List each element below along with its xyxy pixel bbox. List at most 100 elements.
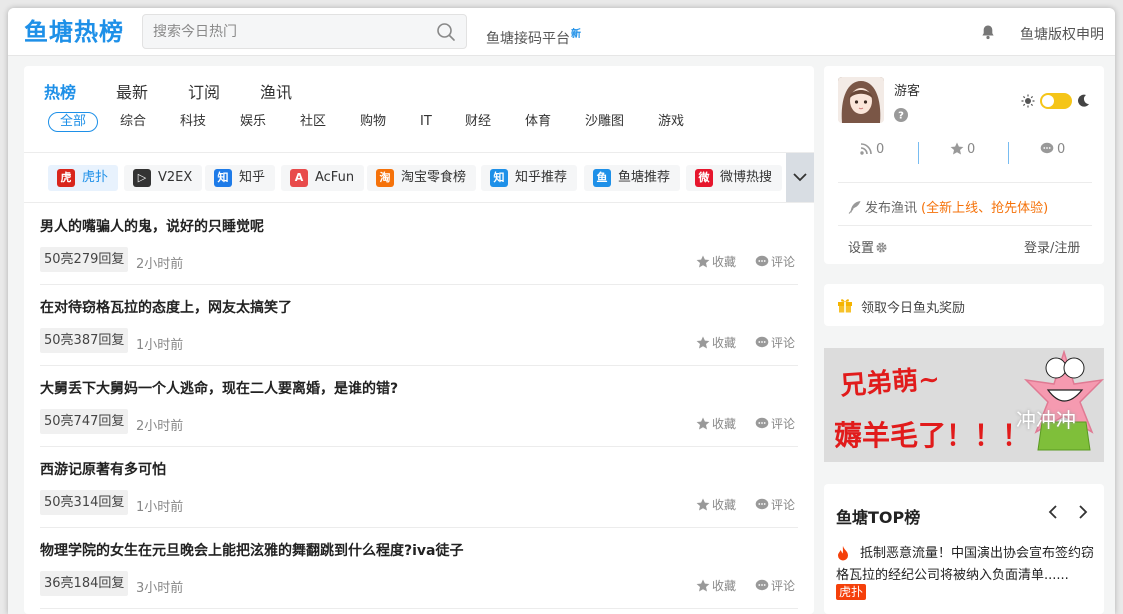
top-header: 鱼塘热榜 鱼塘接码平台新 鱼塘版权申明 — [8, 8, 1115, 56]
comment-button[interactable]: 评论 — [755, 334, 795, 351]
username: 游客 — [894, 84, 921, 99]
category-sports[interactable]: 体育 — [525, 112, 551, 132]
favorite-label: 收藏 — [712, 255, 737, 269]
category-finance[interactable]: 财经 — [465, 112, 491, 132]
list-item[interactable]: 在对待窃格瓦拉的态度上，网友太搞笑了 50亮387回复 1小时前 收藏 评论 — [40, 285, 798, 366]
comment-label: 评论 — [771, 255, 796, 269]
category-tech[interactable]: 科技 — [180, 112, 206, 132]
category-funny-pics[interactable]: 沙雕图 — [585, 112, 624, 132]
reward-card[interactable]: 领取今日鱼丸奖励 — [824, 284, 1104, 326]
zhihu-icon: 知 — [214, 169, 232, 187]
favorite-button[interactable]: 收藏 — [696, 253, 736, 270]
category-community[interactable]: 社区 — [300, 112, 326, 132]
top-ranking-title: 鱼塘TOP榜 — [836, 508, 921, 527]
item-reply-count: 50亮279回复 — [40, 247, 129, 272]
star-icon — [696, 336, 710, 349]
comment-button[interactable]: 评论 — [755, 253, 795, 270]
favorite-button[interactable]: 收藏 — [696, 496, 736, 513]
item-title[interactable]: 男人的嘴骗人的鬼，说好的只睡觉呢 — [40, 216, 264, 236]
source-weibo[interactable]: 微 微博热搜 — [686, 165, 783, 191]
banner-line-3: 冲冲冲 — [1016, 408, 1076, 432]
bell-icon[interactable] — [980, 24, 996, 40]
comment-label: 评论 — [771, 498, 796, 512]
site-logo[interactable]: 鱼塘热榜 — [24, 15, 124, 49]
search-box[interactable] — [142, 14, 467, 49]
source-label: 知乎推荐 — [515, 170, 568, 185]
divider — [838, 225, 1092, 226]
comment-button[interactable]: 评论 — [755, 577, 795, 594]
help-icon[interactable]: ? — [894, 108, 908, 122]
user-card: 游客 ? 0 0 0 发布渔讯 (全新上线、抢先体验) 设置 登录/注册 — [824, 66, 1104, 264]
tab-latest[interactable]: 最新 — [116, 79, 148, 103]
favorite-button[interactable]: 收藏 — [696, 415, 736, 432]
chevron-left-icon[interactable] — [1046, 504, 1060, 520]
browser-window: 鱼塘热榜 鱼塘接码平台新 鱼塘版权申明 热榜 最新 订阅 渔讯 全部 综合 科 — [8, 8, 1115, 614]
rss-stat[interactable]: 0 — [860, 142, 884, 157]
search-input[interactable] — [153, 15, 423, 48]
chevron-down-icon — [793, 173, 807, 182]
divider — [1008, 142, 1009, 164]
theme-toggle[interactable] — [1040, 93, 1072, 109]
avatar[interactable] — [838, 77, 884, 123]
favorite-label: 收藏 — [712, 498, 737, 512]
comment-count: 0 — [1057, 142, 1066, 157]
main-panel: 热榜 最新 订阅 渔讯 全部 综合 科技 娱乐 社区 购物 IT 财经 体育 沙… — [24, 66, 814, 614]
gear-icon — [876, 242, 887, 253]
category-it[interactable]: IT — [420, 112, 432, 132]
comment-label: 评论 — [771, 579, 796, 593]
publish-news-button[interactable]: 发布渔讯 (全新上线、抢先体验) — [848, 197, 1048, 216]
search-icon[interactable] — [436, 22, 456, 42]
category-shopping[interactable]: 购物 — [360, 112, 386, 132]
item-reply-count: 50亮747回复 — [40, 409, 129, 434]
login-register-link[interactable]: 登录/注册 — [1024, 237, 1080, 256]
source-zhihu-rec[interactable]: 知 知乎推荐 — [481, 165, 578, 191]
promo-banner[interactable]: 兄弟萌~ 薅羊毛了！！！ 冲冲冲 — [824, 348, 1104, 462]
source-bar: 虎 虎扑 ▷ V2EX 知 知乎 A AcFun 淘 淘宝零食榜 知 知乎推荐 — [24, 152, 814, 203]
category-all[interactable]: 全部 — [48, 112, 99, 132]
item-title[interactable]: 物理学院的女生在元旦晚会上能把泫雅的舞翻跳到什么程度?iva徒子 — [40, 540, 464, 560]
favorite-button[interactable]: 收藏 — [696, 334, 736, 351]
platform-link[interactable]: 鱼塘接码平台新 — [486, 25, 581, 48]
comment-stat[interactable]: 0 — [1040, 142, 1065, 157]
publish-hot-tag: (全新上线、抢先体验) — [921, 201, 1049, 216]
tab-news[interactable]: 渔讯 — [260, 79, 292, 103]
item-time: 2小时前 — [136, 419, 184, 434]
list-item[interactable]: 大舅丢下大舅妈一个人逃命，现在二人要离婚，是谁的错? 50亮747回复 2小时前… — [40, 366, 798, 447]
item-title[interactable]: 在对待窃格瓦拉的态度上，网友太搞笑了 — [40, 297, 292, 317]
item-title[interactable]: 西游记原著有多可怕 — [40, 459, 166, 479]
category-entertainment[interactable]: 娱乐 — [240, 112, 266, 132]
source-expand-button[interactable] — [786, 153, 814, 202]
comment-button[interactable]: 评论 — [755, 496, 795, 513]
comment-icon — [755, 579, 769, 591]
star-stat[interactable]: 0 — [950, 142, 975, 157]
source-acfun[interactable]: A AcFun — [281, 165, 365, 191]
category-games[interactable]: 游戏 — [658, 112, 684, 132]
tab-subscribe[interactable]: 订阅 — [188, 79, 220, 103]
settings-button[interactable]: 设置 — [848, 237, 887, 256]
item-reply-count: 50亮314回复 — [40, 490, 129, 515]
copyright-link[interactable]: 鱼塘版权申明 — [1020, 24, 1104, 44]
item-reply-count: 36亮184回复 — [40, 571, 129, 596]
comment-button[interactable]: 评论 — [755, 415, 795, 432]
item-title[interactable]: 大舅丢下大舅妈一个人逃命，现在二人要离婚，是谁的错? — [40, 378, 398, 398]
source-hupu[interactable]: 虎 虎扑 — [48, 165, 119, 191]
favorite-button[interactable]: 收藏 — [696, 577, 736, 594]
chevron-right-icon[interactable] — [1076, 504, 1090, 520]
comment-icon — [755, 417, 769, 429]
top-ranking-item[interactable]: 抵制恶意流量！中国演出协会宣布签约窃格瓦拉的经纪公司将被纳入负面清单...... — [836, 543, 1094, 587]
list-item[interactable]: 男人的嘴骗人的鬼，说好的只睡觉呢 50亮279回复 2小时前 收藏 评论 — [40, 204, 798, 285]
source-v2ex[interactable]: ▷ V2EX — [124, 165, 203, 191]
tab-hot[interactable]: 热榜 — [44, 79, 76, 103]
publish-label: 发布渔讯 — [865, 201, 918, 216]
source-yutang[interactable]: 鱼 鱼塘推荐 — [584, 165, 681, 191]
source-zhihu[interactable]: 知 知乎 — [205, 165, 276, 191]
svg-text:?: ? — [898, 111, 904, 122]
source-taobao[interactable]: 淘 淘宝零食榜 — [367, 165, 477, 191]
favorite-label: 收藏 — [712, 579, 737, 593]
list-item[interactable]: 物理学院的女生在元旦晚会上能把泫雅的舞翻跳到什么程度?iva徒子 36亮184回… — [40, 528, 798, 609]
item-time: 1小时前 — [136, 500, 184, 515]
list-item[interactable]: 西游记原著有多可怕 50亮314回复 1小时前 收藏 评论 — [40, 447, 798, 528]
star-icon — [950, 142, 964, 155]
star-icon — [696, 498, 710, 511]
category-general[interactable]: 综合 — [120, 112, 146, 132]
